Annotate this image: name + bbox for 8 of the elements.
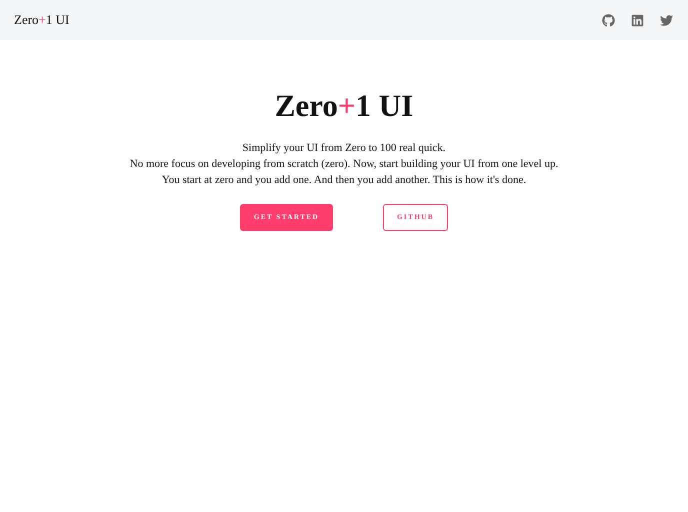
- github-icon[interactable]: [602, 14, 615, 26]
- brand-logo: Zero+1 UI: [14, 11, 70, 30]
- twitter-icon[interactable]: [660, 14, 673, 26]
- hero-text: No more focus on developing from scratch (zero). Now, start building your UI from one level up.: [130, 157, 558, 172]
- hero-text: Simplify your UI from Zero to 100 real quick.: [242, 141, 446, 156]
- hero-title: Zero+1 UI: [274, 88, 414, 124]
- hero-text: You start at zero and you add one. And then you add another. This is how it's done.: [162, 173, 526, 188]
- linkedin-icon[interactable]: [631, 14, 644, 26]
